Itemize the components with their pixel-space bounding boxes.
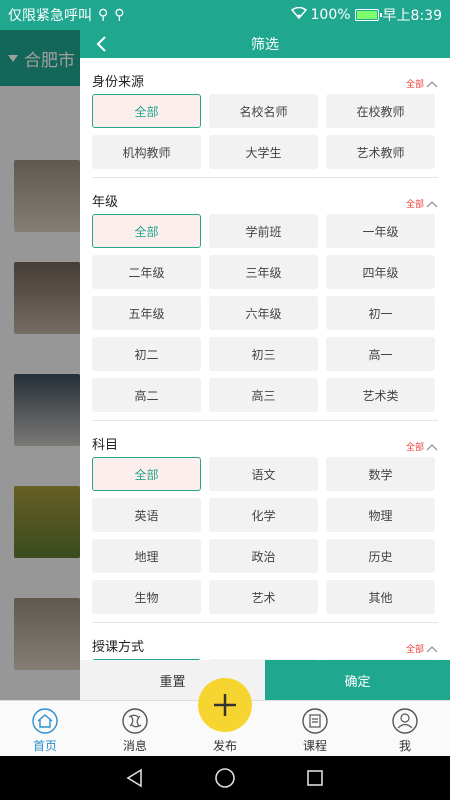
publish-button[interactable] — [198, 678, 252, 732]
plus-icon — [214, 694, 236, 716]
filter-option[interactable]: 语文 — [209, 457, 318, 491]
filter-option-selected[interactable]: 全部 — [92, 214, 201, 248]
tab-label: 我 — [398, 739, 411, 753]
tab-profile[interactable]: 我 — [360, 701, 450, 756]
filter-option[interactable]: 数学 — [326, 457, 435, 491]
usb-icon: ⚲ — [114, 7, 125, 23]
toggle-label: 全部 — [405, 443, 424, 453]
option-grid: 全部 语文 数学英语 化学 物理地理 政治 历史生物 艺术 其他 — [92, 457, 438, 614]
tab-courses[interactable]: 课程 — [270, 701, 360, 756]
filter-option[interactable]: 初一 — [326, 296, 435, 330]
chevron-up-icon — [426, 443, 438, 450]
filter-option[interactable]: 名校名师 — [209, 94, 318, 128]
back-nav-icon[interactable] — [125, 768, 145, 788]
back-arrow-icon[interactable] — [92, 34, 112, 54]
collapse-toggle[interactable]: 全部 — [406, 197, 438, 210]
filter-option[interactable]: 初二 — [92, 337, 201, 371]
filter-option[interactable]: 生物 — [92, 580, 201, 614]
filter-option[interactable]: 艺术类 — [326, 378, 435, 412]
tab-label: 发布 — [212, 739, 237, 753]
filter-body[interactable]: 身份来源 全部 全部 名校名师 在校教师 机构教师 大学生 艺术教师 年级 全部 全部 学前班 一年级二… — [80, 58, 450, 660]
filter-option[interactable]: 化学 — [209, 498, 318, 532]
filter-option[interactable]: 初三 — [209, 337, 318, 371]
filter-section: 科目 全部 全部 语文 数学 英语 化学 物理 地理 政治 历史 生物 艺术 其他 — [80, 421, 450, 623]
wifi-icon — [290, 6, 307, 23]
toggle-label: 全部 — [405, 80, 424, 90]
tab-messages[interactable]: 消息 — [90, 701, 180, 756]
drawer-title: 筛选 — [251, 37, 279, 53]
toggle-label: 全部 — [405, 200, 424, 210]
carrier-text: 仅限紧急呼叫 — [8, 8, 92, 24]
home-icon — [32, 708, 58, 734]
section-header: 科目 全部 — [92, 421, 438, 457]
filter-option[interactable]: 政治 — [209, 539, 318, 573]
battery-icon — [354, 9, 382, 21]
chevron-up-icon — [426, 645, 438, 652]
tab-home[interactable]: 首页 — [0, 701, 90, 756]
section-header: 身份来源 全部 — [92, 58, 438, 94]
filter-option[interactable]: 高一 — [326, 337, 435, 371]
filter-option[interactable]: 艺术 — [209, 580, 318, 614]
filter-option-selected[interactable]: 全部 — [92, 94, 201, 128]
toggle-label: 全部 — [405, 645, 424, 655]
chevron-up-icon — [426, 80, 438, 87]
chevron-up-icon — [426, 200, 438, 207]
filter-option[interactable]: 六年级 — [209, 296, 318, 330]
collapse-toggle[interactable]: 全部 — [406, 440, 438, 453]
section-header: 授课方式 全部 — [92, 623, 438, 659]
filter-option[interactable]: 高二 — [92, 378, 201, 412]
filter-option[interactable]: 五年级 — [92, 296, 201, 330]
filter-option[interactable]: 高三 — [209, 378, 318, 412]
collapse-toggle[interactable]: 全部 — [406, 77, 438, 90]
filter-option[interactable]: 其他 — [326, 580, 435, 614]
filter-option[interactable]: 在校教师 — [326, 94, 435, 128]
filter-option[interactable]: 英语 — [92, 498, 201, 532]
filter-option[interactable]: 一年级 — [326, 214, 435, 248]
filter-section: 身份来源 全部 全部 名校名师 在校教师 机构教师 大学生 艺术教师 — [80, 58, 450, 178]
option-grid: 全部 学前班 一年级二年级 三年级 四年级五年级 六年级 初一初二 初三 高一高二 高三 艺术类 — [92, 214, 438, 412]
filter-section: 年级 全部 全部 学前班 一年级 二年级 三年级 四年级 五年级 六年级 初一 初二 初三 高一 高二 高三艺… — [80, 178, 450, 421]
filter-option[interactable]: 物理 — [326, 498, 435, 532]
confirm-button[interactable]: 确定 — [265, 660, 450, 700]
tab-label: 消息 — [122, 739, 147, 753]
section-title: 授课方式 — [92, 640, 145, 655]
usb-icon: ⚲ — [98, 7, 109, 23]
drawer-header: 筛选 — [80, 30, 450, 58]
system-nav-bar — [0, 756, 450, 800]
course-icon — [302, 708, 328, 734]
filter-option[interactable]: 四年级 — [326, 255, 435, 289]
message-icon — [122, 708, 148, 734]
collapse-toggle[interactable]: 全部 — [406, 642, 438, 655]
filter-option[interactable]: 机构教师 — [92, 135, 201, 169]
section-header: 年级 全部 — [92, 178, 438, 214]
home-nav-icon[interactable] — [214, 767, 236, 789]
filter-option[interactable]: 艺术教师 — [326, 135, 435, 169]
filter-option[interactable]: 学前班 — [209, 214, 318, 248]
filter-option[interactable]: 地理 — [92, 539, 201, 573]
filter-section: 授课方式全部全部学生上门教师上门 — [80, 623, 450, 660]
status-bar: 仅限紧急呼叫 ⚲ ⚲ 100% 早上8:39 — [0, 0, 450, 30]
tab-label: 首页 — [32, 739, 57, 753]
clock: 早上8:39 — [382, 8, 442, 24]
filter-option[interactable]: 大学生 — [209, 135, 318, 169]
filter-drawer: 筛选 身份来源 全部 全部 名校名师 在校教师 机构教师 大学生 艺术教师 年级 全部 全部 学前班一… — [80, 30, 450, 700]
section-title: 科目 — [92, 438, 119, 453]
filter-actions: 重置 确定 — [80, 660, 450, 700]
filter-option[interactable]: 二年级 — [92, 255, 201, 289]
option-grid: 全部 名校名师 在校教师机构教师 大学生 艺术教师 — [92, 94, 438, 169]
recents-nav-icon[interactable] — [305, 768, 325, 788]
tab-label: 课程 — [302, 739, 327, 753]
filter-option-selected[interactable]: 全部 — [92, 457, 201, 491]
section-title: 身份来源 — [92, 75, 145, 90]
section-title: 年级 — [92, 195, 119, 210]
battery-percent: 100% — [310, 7, 351, 23]
profile-icon — [392, 708, 418, 734]
filter-option[interactable]: 三年级 — [209, 255, 318, 289]
filter-option[interactable]: 历史 — [326, 539, 435, 573]
